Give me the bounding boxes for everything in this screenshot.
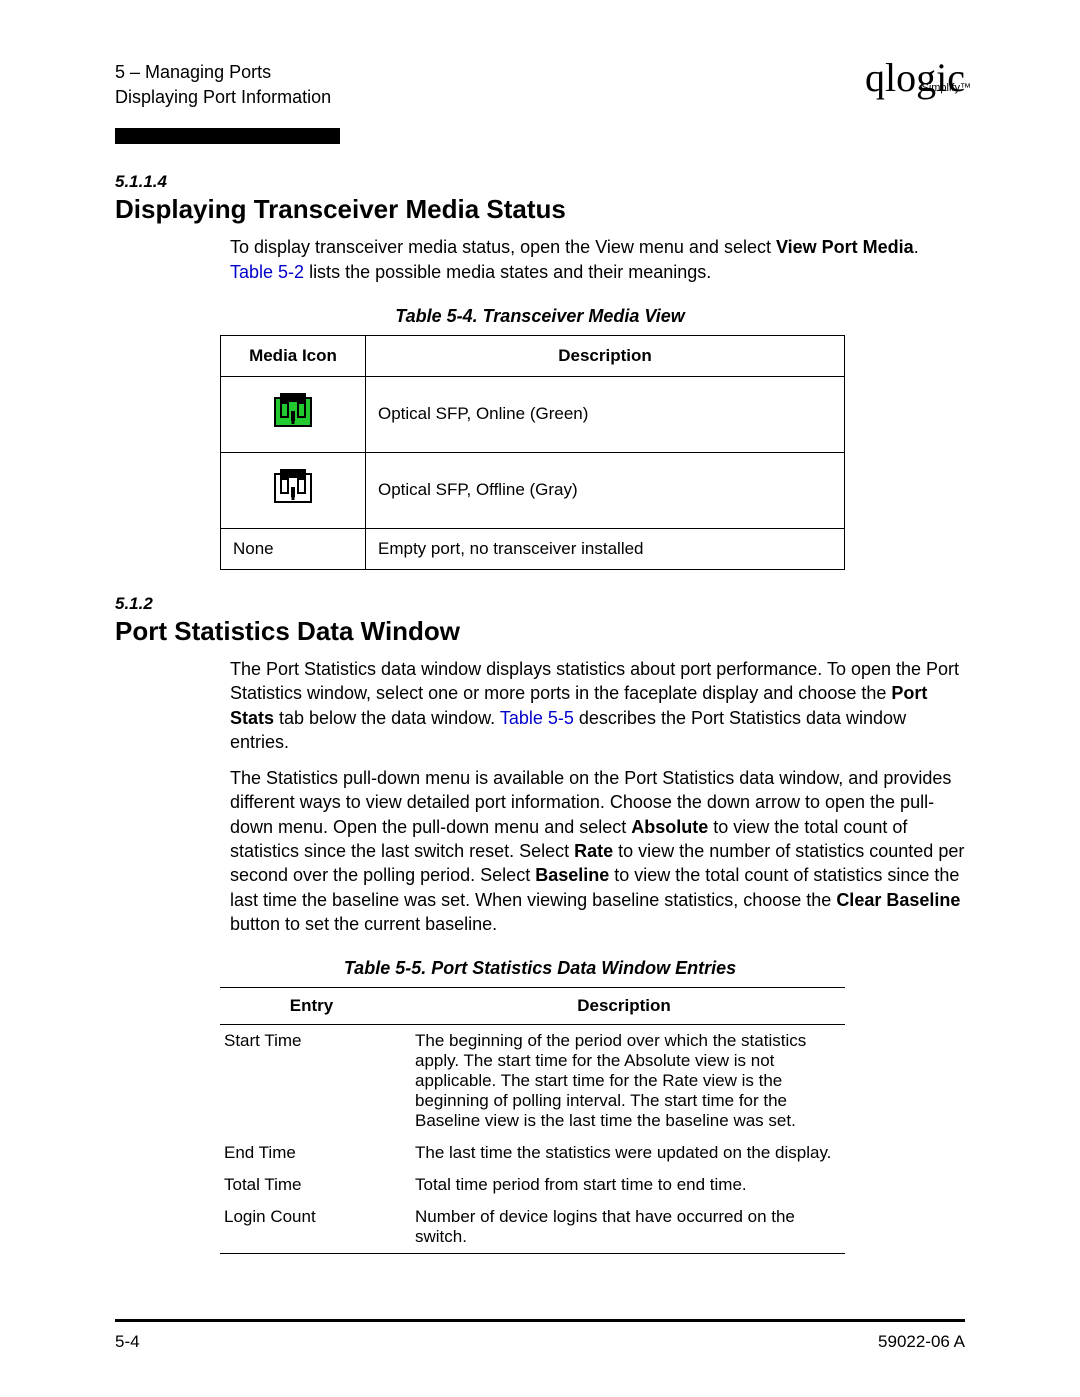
brand-logo: qlogic Simplify™ <box>865 60 965 96</box>
logo-tagline: Simplify™ <box>921 84 971 94</box>
table-cell: The beginning of the period over which t… <box>411 1025 845 1138</box>
transceiver-media-table: Media Icon Description Optical SFP, Onli… <box>220 335 845 570</box>
table-cell: Optical SFP, Offline (Gray) <box>366 452 845 528</box>
body-text: lists the possible media states and thei… <box>304 262 711 282</box>
table-cell: Total Time <box>220 1169 411 1201</box>
table-header: Description <box>411 988 845 1025</box>
sfp-online-icon <box>274 397 312 427</box>
table-cell: Number of device logins that have occurr… <box>411 1201 845 1254</box>
table-row: Total Time Total time period from start … <box>220 1169 845 1201</box>
body-bold: View Port Media <box>776 237 914 257</box>
body-text: To display transceiver media status, ope… <box>230 237 776 257</box>
table-cell: Login Count <box>220 1201 411 1254</box>
table-row: Login Count Number of device logins that… <box>220 1201 845 1254</box>
table-row: Optical SFP, Online (Green) <box>221 376 845 452</box>
header-subsection: Displaying Port Information <box>115 85 331 110</box>
body-bold: Absolute <box>631 817 708 837</box>
sfp-offline-icon <box>274 473 312 503</box>
table-cell: Optical SFP, Online (Green) <box>366 376 845 452</box>
table-cell: Start Time <box>220 1025 411 1138</box>
footer-rule <box>115 1319 965 1322</box>
table-cell: End Time <box>220 1137 411 1169</box>
section-number: 5.1.1.4 <box>115 172 965 192</box>
body-bold: Clear Baseline <box>836 890 960 910</box>
table-caption: Table 5-5. Port Statistics Data Window E… <box>115 958 965 979</box>
body-text: tab below the data window. <box>274 708 500 728</box>
section-title: Port Statistics Data Window <box>115 616 965 647</box>
document-number: 59022-06 A <box>878 1332 965 1352</box>
section-paragraph: The Port Statistics data window displays… <box>230 657 965 754</box>
table-caption: Table 5-4. Transceiver Media View <box>115 306 965 327</box>
table-cell: Total time period from start time to end… <box>411 1169 845 1201</box>
table-reference-link[interactable]: Table 5-5 <box>500 708 574 728</box>
section-paragraph: To display transceiver media status, ope… <box>230 235 965 284</box>
header-chapter: 5 – Managing Ports <box>115 60 331 85</box>
table-cell: Empty port, no transceiver installed <box>366 528 845 569</box>
body-text: . <box>914 237 919 257</box>
table-header: Description <box>366 335 845 376</box>
body-text: The Port Statistics data window displays… <box>230 659 959 703</box>
table-row: None Empty port, no transceiver installe… <box>221 528 845 569</box>
table-row: Optical SFP, Offline (Gray) <box>221 452 845 528</box>
body-bold: Rate <box>574 841 613 861</box>
table-header: Entry <box>220 988 411 1025</box>
section-number: 5.1.2 <box>115 594 965 614</box>
header-black-bar <box>115 128 340 144</box>
table-cell: None <box>221 528 366 569</box>
section-paragraph: The Statistics pull-down menu is availab… <box>230 766 965 936</box>
table-row: End Time The last time the statistics we… <box>220 1137 845 1169</box>
port-statistics-table: Entry Description Start Time The beginni… <box>220 987 845 1254</box>
section-title: Displaying Transceiver Media Status <box>115 194 965 225</box>
table-cell: The last time the statistics were update… <box>411 1137 845 1169</box>
table-row: Start Time The beginning of the period o… <box>220 1025 845 1138</box>
body-text: button to set the current baseline. <box>230 914 497 934</box>
page-number: 5-4 <box>115 1332 140 1352</box>
body-bold: Baseline <box>535 865 609 885</box>
table-header: Media Icon <box>221 335 366 376</box>
table-reference-link[interactable]: Table 5-2 <box>230 262 304 282</box>
